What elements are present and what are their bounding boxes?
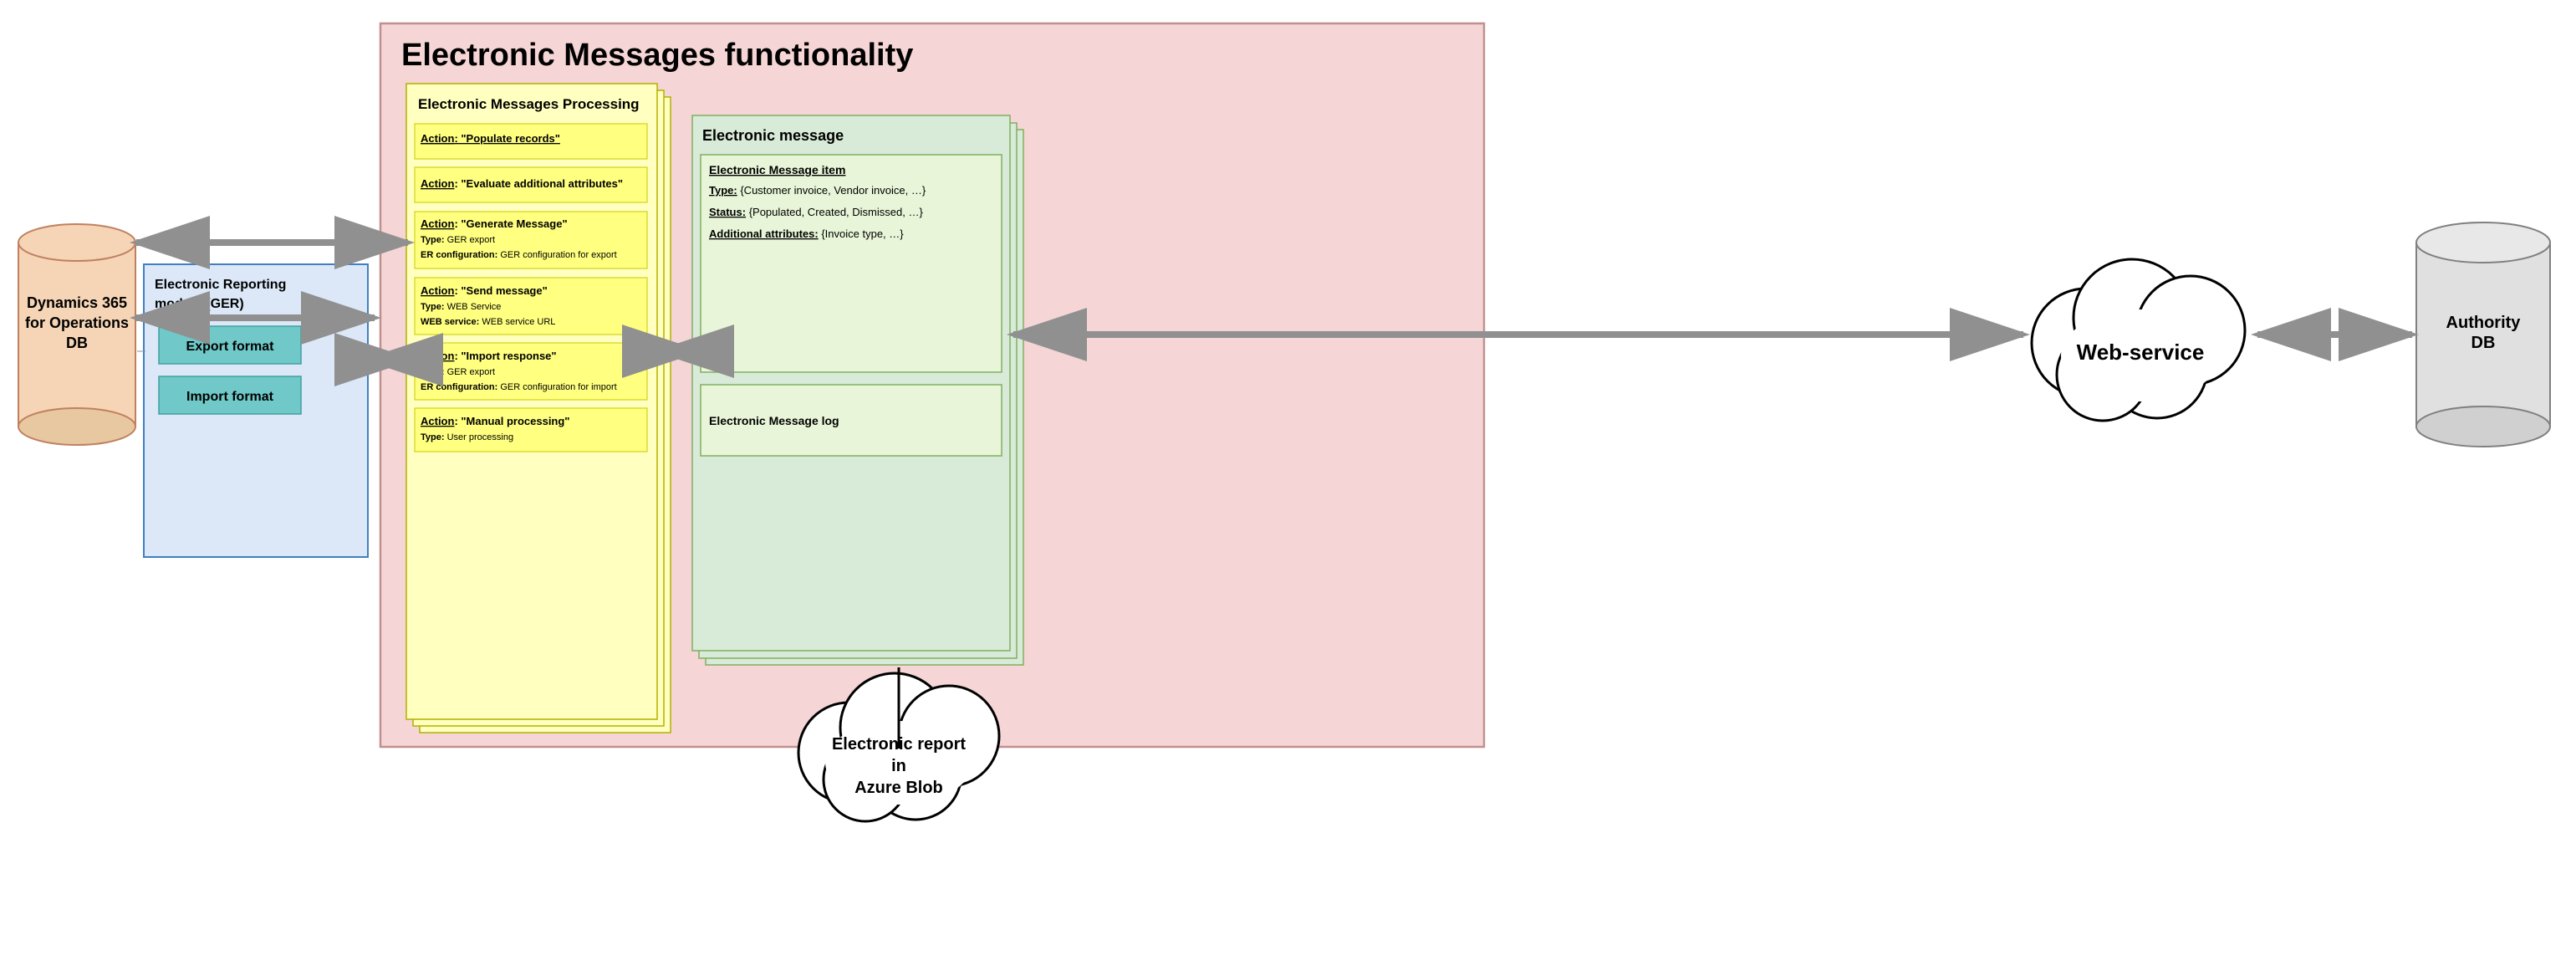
svg-text:Action: "Generate Message": Action: "Generate Message"	[421, 217, 568, 230]
svg-text:Authority: Authority	[2446, 314, 2522, 332]
svg-text:Electronic Message item: Electronic Message item	[709, 163, 845, 176]
svg-text:Action: "Manual processing": Action: "Manual processing"	[421, 415, 569, 427]
svg-text:Type: User processing: Type: User processing	[421, 432, 513, 442]
main-title: Electronic Messages functionality	[401, 38, 913, 73]
svg-text:Action: "Populate records": Action: "Populate records"	[421, 132, 560, 145]
svg-text:Electronic Message log: Electronic Message log	[709, 414, 839, 427]
svg-text:Action: "Send message": Action: "Send message"	[421, 284, 548, 297]
svg-text:Type: GER export: Type: GER export	[421, 367, 495, 377]
diagram-container: Electronic Messages functionality Electr…	[0, 0, 2576, 971]
svg-text:WEB service: WEB service URL: WEB service: WEB service URL	[421, 317, 555, 327]
svg-text:Action: "Import response": Action: "Import response"	[421, 350, 557, 362]
svg-text:Action: "Evaluate additional a: Action: "Evaluate additional attributes"	[421, 177, 623, 190]
svg-text:Dynamics 365: Dynamics 365	[27, 294, 127, 311]
svg-text:Electronic Messages Processing: Electronic Messages Processing	[418, 96, 640, 112]
svg-text:ER configuration: GER configur: ER configuration: GER configuration for …	[421, 250, 617, 260]
svg-text:Status: {Populated, Cre: Status: {Populated, Created, Dismissed, …	[709, 206, 923, 218]
svg-text:ER configuration: GER configur: ER configuration: GER configuration for …	[421, 382, 617, 392]
svg-text:Electronic Reporting: Electronic Reporting	[155, 278, 286, 292]
svg-text:DB: DB	[66, 335, 88, 351]
svg-text:Web-service: Web-service	[2077, 340, 2205, 365]
svg-text:Export format: Export format	[186, 340, 275, 354]
svg-text:Type: WEB Service: Type: WEB Service	[421, 302, 501, 312]
svg-text:DB: DB	[2471, 334, 2496, 352]
svg-text:module (GER): module (GER)	[155, 297, 244, 311]
svg-text:Additional attributes:: Additional attributes: {Invoice type, …}	[709, 227, 904, 240]
svg-text:Type: GER export: Type: GER export	[421, 235, 495, 245]
svg-text:in: in	[891, 757, 906, 775]
svg-text:Type: {Customer invoice: Type: {Customer invoice, Vendor invoice,…	[709, 184, 926, 197]
svg-text:Azure Blob: Azure Blob	[854, 779, 943, 797]
svg-text:Import format: Import format	[186, 390, 274, 404]
svg-text:for Operations: for Operations	[25, 314, 129, 331]
svg-text:Electronic report: Electronic report	[832, 735, 966, 754]
svg-text:Electronic message: Electronic message	[702, 127, 844, 144]
